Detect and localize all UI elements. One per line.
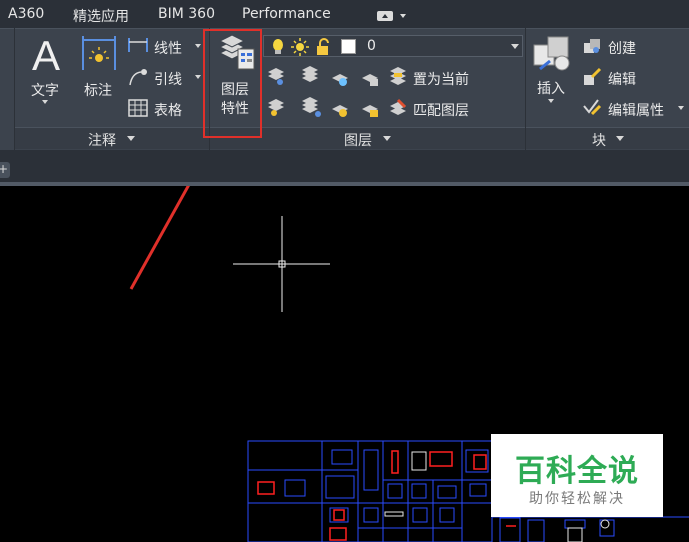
chevron-down-icon — [548, 99, 554, 103]
table-button[interactable]: 表格 — [154, 100, 182, 120]
linear-button[interactable]: 线性 — [154, 38, 182, 58]
sun-icon — [291, 38, 309, 56]
chevron-down-icon — [42, 100, 48, 104]
insert-block-icon — [533, 36, 570, 71]
menu-tab-bar: A360 精选应用 BIM 360 Performance — [0, 0, 689, 28]
file-tab-strip — [0, 150, 689, 183]
insert-button-label: 插入 — [537, 81, 565, 97]
block-panel-title: 块 — [592, 133, 606, 149]
annotation-arrow — [129, 186, 190, 290]
layer-dropdown[interactable]: 0 — [263, 35, 523, 57]
chevron-down-icon[interactable] — [195, 75, 201, 79]
tab-bim360[interactable]: BIM 360 — [158, 6, 215, 22]
tab-featured-apps[interactable]: 精选应用 — [73, 6, 129, 26]
leader-icon — [127, 67, 149, 91]
chevron-down-icon[interactable] — [678, 106, 684, 110]
chevron-down-icon — [383, 136, 391, 141]
svg-text:A: A — [32, 33, 60, 75]
dimension-icon — [82, 36, 116, 70]
text-button[interactable]: A — [28, 32, 64, 79]
chevron-down-icon — [616, 136, 624, 141]
layer-color-swatch — [341, 39, 356, 54]
highlight-box — [203, 29, 262, 138]
watermark-subtitle: 助你轻松解决 — [529, 491, 625, 507]
edit-attributes-icon — [582, 98, 604, 122]
annotation-panel-title: 注释 — [88, 133, 116, 149]
ribbon-display-toggle[interactable] — [376, 8, 410, 22]
text-button-label: 文字 — [31, 83, 59, 99]
create-block-icon — [582, 37, 602, 59]
insert-button[interactable] — [532, 35, 572, 79]
tab-a360[interactable]: A360 — [8, 6, 44, 22]
leader-button[interactable]: 引线 — [154, 69, 182, 89]
edit-block-button[interactable]: 编辑 — [608, 69, 636, 89]
layer-tool-row1 — [266, 66, 386, 92]
watermark: 百科全说 助你轻松解决 — [491, 434, 663, 517]
lightbulb-icon — [273, 39, 283, 54]
set-current-button[interactable]: 置为当前 — [413, 69, 469, 89]
crosshair-cursor — [233, 216, 330, 312]
current-layer-name: 0 — [367, 38, 376, 54]
dimension-button-label: 标注 — [84, 83, 112, 99]
match-layer-button[interactable]: 匹配图层 — [413, 100, 469, 120]
layer-tool-row2 — [266, 97, 386, 123]
ribbon-toggle-icon — [377, 11, 406, 21]
watermark-title: 百科全说 — [515, 454, 639, 489]
new-tab-button[interactable]: + — [0, 162, 10, 178]
tab-performance[interactable]: Performance — [242, 6, 331, 22]
create-block-button[interactable]: 创建 — [608, 38, 636, 58]
unlock-icon — [317, 38, 329, 55]
edit-block-icon — [582, 67, 602, 91]
layers-panel-title: 图层 — [344, 133, 372, 149]
edit-attributes-button[interactable]: 编辑属性 — [608, 100, 664, 120]
match-layer-icon — [388, 97, 408, 121]
linear-icon — [127, 36, 149, 58]
text-icon: A — [32, 32, 60, 79]
table-icon — [128, 99, 148, 121]
chevron-down-icon[interactable] — [195, 44, 201, 48]
chevron-down-icon — [127, 136, 135, 141]
block-panel-titlebar[interactable] — [526, 127, 689, 149]
set-current-icon — [388, 67, 408, 91]
dimension-button[interactable] — [81, 36, 117, 76]
chevron-down-icon — [511, 44, 519, 49]
